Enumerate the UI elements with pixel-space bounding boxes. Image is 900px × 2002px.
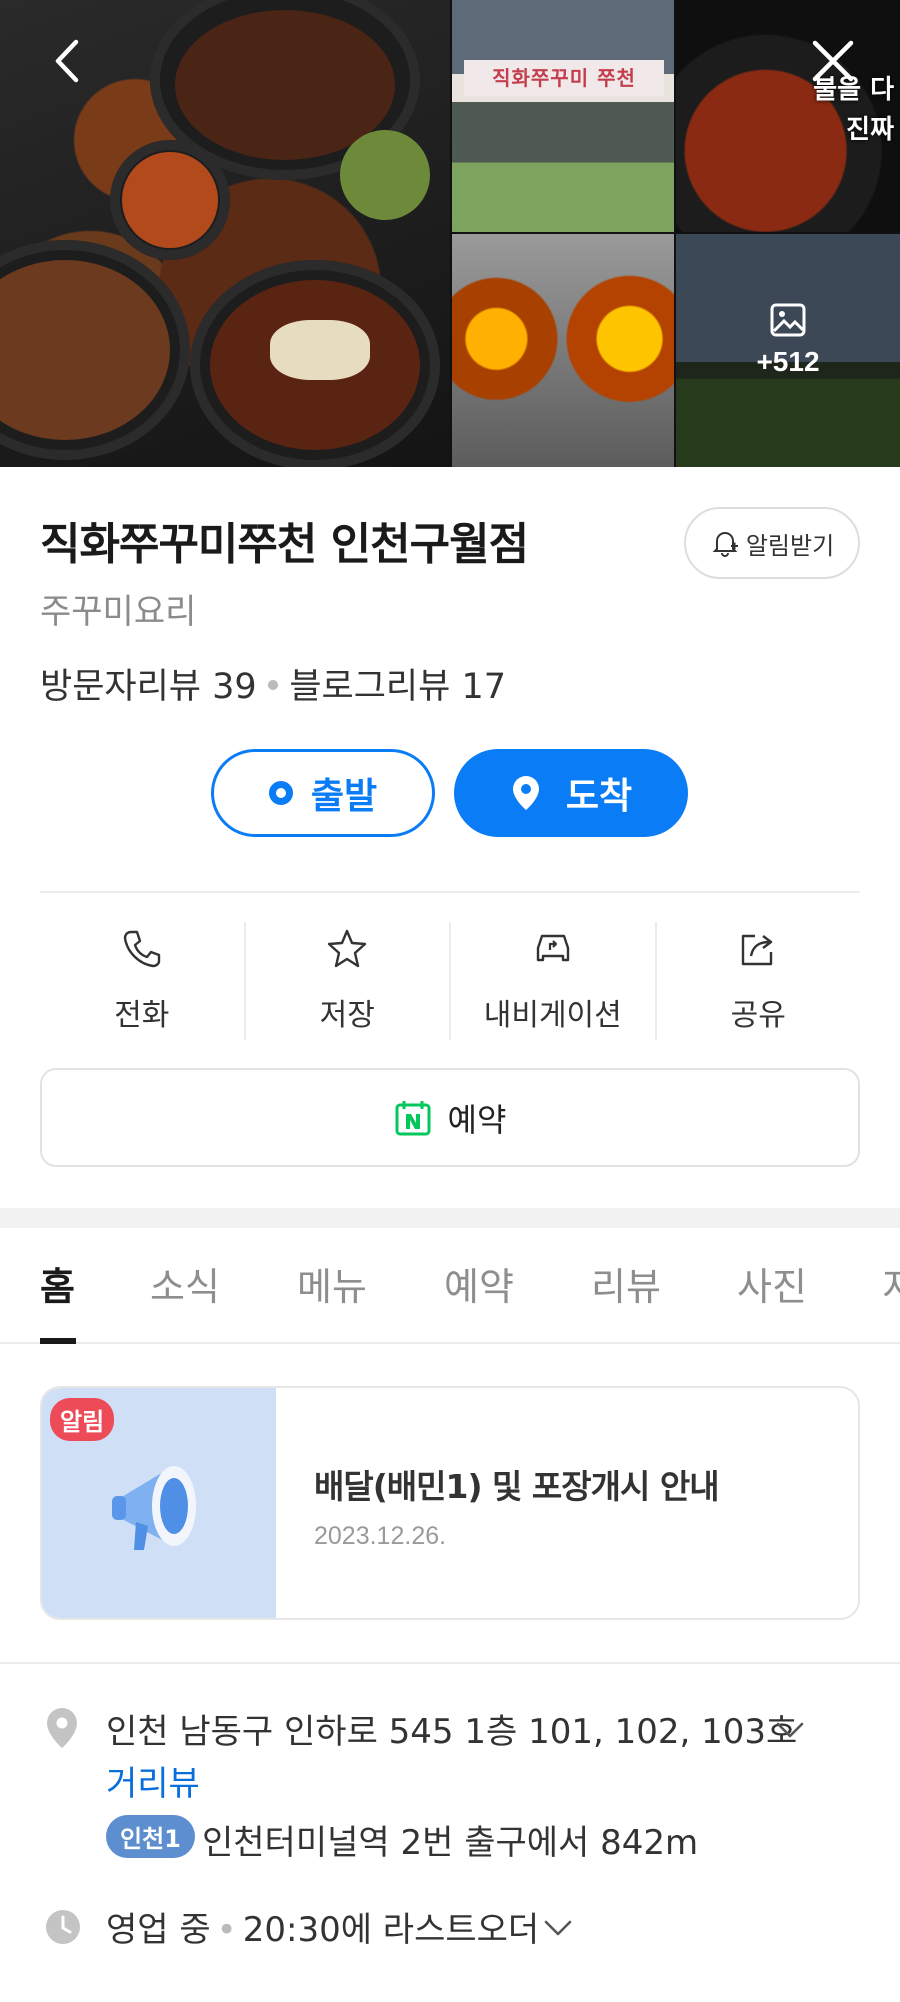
image-icon	[770, 303, 806, 337]
quick-actions: 전화 저장 내비게이션 공유	[40, 922, 860, 1040]
navigation-label: 내비게이션	[483, 998, 622, 1033]
alarm-label: 알림받기	[745, 531, 835, 560]
call-label: 전화	[114, 998, 170, 1033]
origin-dot-icon	[268, 781, 293, 805]
bell-plus-icon	[712, 532, 738, 557]
chevron-down-icon[interactable]	[772, 1712, 808, 1748]
section-separator	[0, 1208, 900, 1228]
address-text: 인천 남동구 인하로 545 1층 101, 102, 103호	[106, 1712, 798, 1752]
subway-line-badge: 인천1	[106, 1815, 195, 1858]
star-icon	[328, 929, 367, 968]
save-label: 저장	[319, 998, 375, 1033]
photo-gallery[interactable]: 직화쭈꾸미 쭈천 불을 다 진짜 +512	[0, 0, 900, 467]
subway-directions: 인천터미널역 2번 출구에서 842m	[202, 1823, 699, 1863]
close-icon[interactable]	[808, 36, 858, 86]
navigation-button[interactable]: 내비게이션	[451, 922, 657, 1040]
business-status: 영업 중	[106, 1910, 211, 1950]
streetview-link[interactable]: 거리뷰	[106, 1756, 200, 1805]
notice-card[interactable]: 알림 배달(배민1) 및 포장개시 안내 2023.12.26.	[40, 1386, 860, 1620]
active-tab-indicator	[40, 1338, 76, 1344]
tab-bar: 홈 소식 메뉴 예약 리뷰 사진 지	[0, 1228, 900, 1344]
location-pin-icon	[512, 776, 539, 810]
notice-title: 배달(배민1) 및 포장개시 안내	[314, 1467, 720, 1506]
car-icon	[536, 934, 569, 962]
call-button[interactable]: 전화	[40, 922, 246, 1040]
back-icon[interactable]	[44, 36, 94, 86]
megaphone-icon	[112, 1466, 196, 1550]
arrive-route-button[interactable]: 도착	[454, 749, 688, 837]
notice-date: 2023.12.26.	[314, 1522, 447, 1550]
notice-badge: 알림	[50, 1398, 115, 1441]
review-summary: 방문자리뷰 39 • 블로그리뷰 17	[40, 667, 506, 707]
divider	[40, 891, 860, 893]
blog-reviews-link[interactable]: 블로그리뷰 17	[289, 667, 506, 707]
clock-icon	[46, 1910, 80, 1944]
tab-more[interactable]: 지	[882, 1256, 900, 1311]
share-button[interactable]: 공유	[657, 922, 861, 1040]
start-route-button[interactable]: 출발	[211, 749, 435, 837]
photo-fire-cooking[interactable]	[452, 234, 674, 467]
start-label: 출발	[310, 776, 378, 817]
alarm-button[interactable]: 알림받기	[684, 507, 860, 579]
share-label: 공유	[730, 998, 786, 1033]
business-hours: 영업 중 • 20:30에 라스트오더	[106, 1910, 540, 1950]
place-title: 직화쭈꾸미쭈천 인천구월점	[40, 519, 529, 570]
tab-home[interactable]: 홈	[40, 1256, 75, 1311]
last-order-text: 20:30에 라스트오더	[242, 1910, 540, 1950]
photo-storefront[interactable]: 직화쭈꾸미 쭈천	[452, 0, 674, 232]
reserve-button[interactable]: 예약	[40, 1068, 860, 1167]
tab-photo[interactable]: 사진	[737, 1256, 807, 1311]
store-sign: 직화쭈꾸미 쭈천	[464, 60, 664, 96]
tab-news[interactable]: 소식	[150, 1256, 220, 1311]
share-icon	[742, 934, 773, 966]
photo-dish-promo[interactable]: 불을 다 진짜	[676, 0, 900, 232]
visitor-reviews-link[interactable]: 방문자리뷰 39	[40, 667, 257, 707]
save-button[interactable]: 저장	[246, 922, 451, 1040]
more-photos-button[interactable]: +512	[676, 300, 900, 378]
tab-review[interactable]: 리뷰	[591, 1256, 661, 1311]
arrive-label: 도착	[565, 776, 633, 817]
reserve-label: 예약	[447, 1100, 507, 1139]
tab-menu[interactable]: 메뉴	[297, 1256, 367, 1311]
tab-reservation[interactable]: 예약	[444, 1256, 514, 1311]
chevron-down-icon[interactable]	[540, 1910, 576, 1946]
more-photos-count: +512	[756, 346, 820, 377]
promo-text-2: 진짜	[846, 115, 894, 145]
naver-calendar-icon	[395, 1100, 431, 1135]
phone-icon	[123, 930, 160, 968]
divider	[0, 1662, 900, 1664]
location-icon	[47, 1708, 77, 1748]
place-category: 주꾸미요리	[40, 592, 197, 632]
